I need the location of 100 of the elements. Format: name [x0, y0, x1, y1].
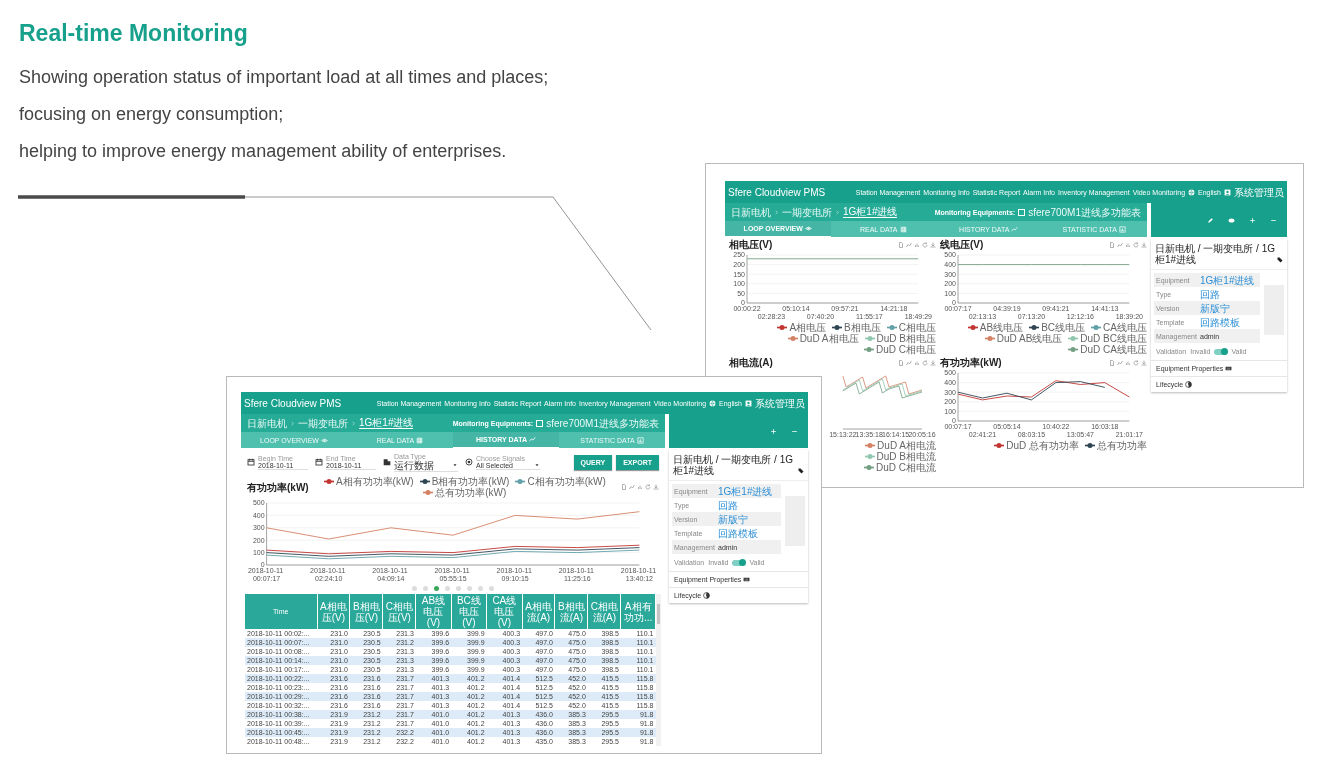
- document-icon[interactable]: [1109, 241, 1115, 248]
- line-chart-icon[interactable]: [906, 359, 912, 366]
- globe-icon[interactable]: [709, 399, 717, 407]
- legend-label[interactable]: 总有功功率: [1097, 440, 1147, 451]
- download-icon[interactable]: [653, 484, 659, 490]
- line-chart-icon[interactable]: [629, 484, 635, 490]
- legend-label[interactable]: DuD C相电压: [876, 344, 936, 355]
- property-link[interactable]: 新版宁: [1200, 302, 1230, 314]
- pager-dot[interactable]: [423, 586, 428, 591]
- document-icon[interactable]: [621, 484, 627, 490]
- column-header[interactable]: A相电流(A): [522, 594, 555, 629]
- checkbox[interactable]: [1018, 208, 1026, 216]
- column-header[interactable]: C相电流(A): [587, 594, 621, 629]
- pager-dot[interactable]: [478, 586, 483, 591]
- column-header[interactable]: A相有功功...: [620, 594, 656, 629]
- line-chart-icon[interactable]: [1117, 359, 1123, 366]
- legend-label[interactable]: 总有功功率(kW): [435, 487, 507, 498]
- line-chart-icon[interactable]: [1117, 241, 1123, 248]
- document-icon[interactable]: [898, 241, 904, 248]
- column-header[interactable]: A相电压(V): [317, 594, 350, 629]
- property-link[interactable]: 回路: [718, 499, 738, 511]
- scrollbar[interactable]: [656, 594, 661, 746]
- legend-label[interactable]: DuD A相电流: [877, 440, 936, 451]
- legend-label[interactable]: BC线电压: [1041, 322, 1086, 333]
- chart-title: 有功功率(kW): [940, 357, 1002, 368]
- legend-label[interactable]: DuD BC线电压: [1080, 333, 1147, 344]
- plus-icon[interactable]: [770, 427, 777, 435]
- property-link[interactable]: 新版宁: [718, 513, 748, 525]
- equipment-name[interactable]: sfere700M1进线多功能表: [546, 417, 659, 429]
- download-icon[interactable]: [1141, 359, 1147, 366]
- validation-toggle[interactable]: [1214, 348, 1228, 355]
- checkbox[interactable]: [536, 419, 544, 427]
- globe-icon[interactable]: [1188, 188, 1196, 196]
- refresh-icon[interactable]: [922, 359, 928, 366]
- download-icon[interactable]: [930, 359, 936, 366]
- column-header[interactable]: AB线电压(V): [415, 594, 452, 629]
- column-header[interactable]: BC线电压(V): [451, 594, 487, 629]
- app-brand: Sfere Cloudview PMS: [728, 186, 826, 198]
- plus-icon[interactable]: [1249, 216, 1256, 224]
- line-chart-icon[interactable]: [906, 241, 912, 248]
- pager-dot[interactable]: [456, 586, 461, 591]
- pager-dot[interactable]: [412, 586, 417, 591]
- breadcrumb-link[interactable]: 1G柜1#进线: [843, 206, 898, 218]
- bar-chart-icon[interactable]: [1125, 241, 1131, 248]
- pager-dot[interactable]: [445, 586, 450, 591]
- download-icon[interactable]: [930, 241, 936, 248]
- column-header[interactable]: B相电流(A): [554, 594, 588, 629]
- legend-label[interactable]: A相电压: [789, 322, 827, 333]
- app-brand: Sfere Cloudview PMS: [244, 397, 342, 409]
- refresh-icon[interactable]: [922, 241, 928, 248]
- column-header[interactable]: CA线电压(V): [486, 594, 523, 629]
- legend-label[interactable]: CA线电压: [1103, 322, 1147, 333]
- tag-icon: [798, 468, 804, 474]
- pencil-icon[interactable]: [1207, 216, 1214, 224]
- calendar-icon: [247, 458, 255, 466]
- refresh-icon[interactable]: [1133, 359, 1139, 366]
- legend-label[interactable]: DuD 总有功功率: [1006, 440, 1079, 451]
- legend-label[interactable]: B相电压: [844, 322, 881, 333]
- pager-dot[interactable]: [489, 586, 494, 591]
- bar-chart-icon[interactable]: [637, 484, 643, 490]
- legend-label[interactable]: A相有功功率(kW): [335, 476, 414, 487]
- legend-label[interactable]: DuD B相电压: [876, 333, 936, 344]
- legend-label[interactable]: DuD B相电流: [876, 451, 936, 462]
- legend-label[interactable]: DuD A相电压: [799, 333, 859, 344]
- bar-chart-icon[interactable]: [914, 359, 920, 366]
- legend-label[interactable]: C相有功功率(kW): [527, 476, 606, 487]
- property-link[interactable]: 回路模板: [718, 527, 758, 539]
- pager-dot[interactable]: [434, 586, 439, 591]
- pager-dot[interactable]: [467, 586, 472, 591]
- breadcrumb-link[interactable]: 一期变电所: [298, 417, 348, 429]
- download-icon[interactable]: [1141, 241, 1147, 248]
- column-header[interactable]: C相电压(V): [382, 594, 416, 629]
- legend-label[interactable]: AB线电压: [979, 322, 1024, 333]
- legend-label[interactable]: B相有功功率(kW): [431, 476, 510, 487]
- breadcrumb-link[interactable]: 日新电机: [731, 206, 771, 218]
- legend-label[interactable]: DuD C相电流: [876, 462, 936, 473]
- document-icon[interactable]: [898, 359, 904, 366]
- chevron-icon: [290, 420, 295, 426]
- document-icon[interactable]: [1109, 359, 1115, 366]
- property-link[interactable]: 回路模板: [1200, 316, 1240, 328]
- property-link[interactable]: 1G柜1#进线: [718, 485, 773, 497]
- legend-label[interactable]: DuD CA线电压: [1080, 344, 1147, 355]
- bar-chart-icon[interactable]: [914, 241, 920, 248]
- breadcrumb-link[interactable]: 1G柜1#进线: [359, 417, 414, 429]
- refresh-icon[interactable]: [645, 484, 651, 490]
- property-link[interactable]: 回路: [1200, 288, 1220, 300]
- breadcrumb-link[interactable]: 一期变电所: [782, 206, 832, 218]
- legend-label[interactable]: DuD AB线电压: [996, 333, 1063, 344]
- user-name[interactable]: 系统管理员: [755, 397, 805, 409]
- user-icon[interactable]: [1224, 188, 1231, 196]
- user-icon[interactable]: [745, 399, 752, 407]
- legend-label[interactable]: C相电压: [898, 322, 936, 333]
- bar-chart-icon[interactable]: [1125, 359, 1131, 366]
- property-link[interactable]: 1G柜1#进线: [1200, 274, 1255, 286]
- refresh-icon[interactable]: [1133, 241, 1139, 248]
- breadcrumb-link[interactable]: 日新电机: [247, 417, 287, 429]
- user-name[interactable]: 系统管理员: [1234, 186, 1284, 198]
- validation-toggle[interactable]: [732, 559, 746, 566]
- column-header[interactable]: B相电压(V): [349, 594, 383, 629]
- equipment-name[interactable]: sfere700M1进线多功能表: [1028, 206, 1141, 218]
